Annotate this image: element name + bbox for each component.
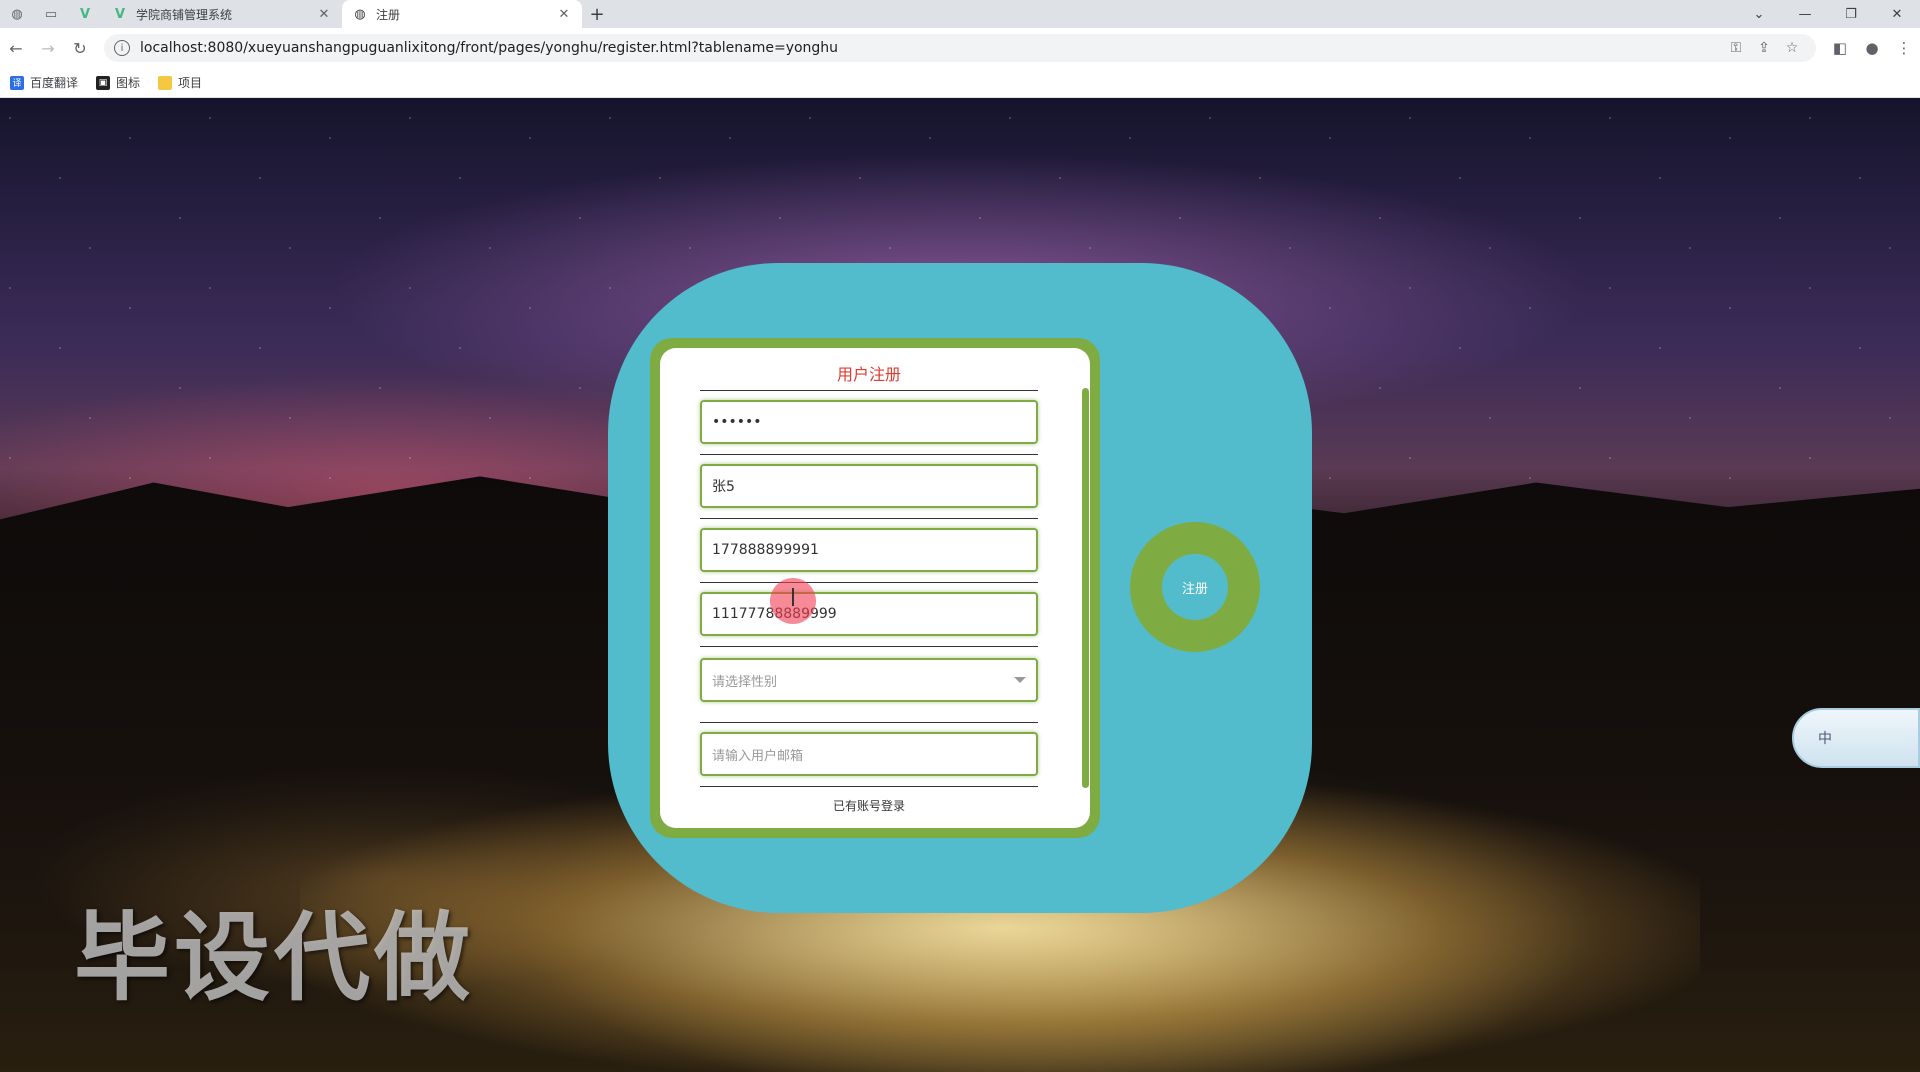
register-button-ring: 注册 [1130, 522, 1260, 652]
globe-icon: ◍ [354, 6, 366, 22]
divider [700, 454, 1038, 455]
password-input[interactable]: •••••• [700, 400, 1038, 444]
watermark-text: 毕设代做 [74, 902, 474, 1014]
bookmark-baidu-translate[interactable]: 译 百度翻译 [10, 74, 78, 91]
tab-search-icon[interactable]: ⌄ [1736, 0, 1782, 28]
email-input[interactable]: 请输入用户邮箱 [700, 732, 1038, 776]
close-icon[interactable]: ✕ [316, 7, 332, 22]
divider [700, 390, 1038, 391]
bookmark-label: 百度翻译 [30, 76, 79, 90]
id-number-input[interactable]: 11177788889999 [700, 592, 1038, 636]
bookmark-icons[interactable]: ▣ 图标 [96, 74, 140, 91]
menu-icon[interactable]: ⋮ [1888, 39, 1920, 57]
key-icon[interactable]: ⚿ [1722, 40, 1750, 56]
phone-value: 177888899991 [712, 542, 819, 558]
vue-tab-icon[interactable]: V [68, 0, 102, 28]
globe-tab-icon[interactable]: ◍ [0, 0, 34, 28]
window-controls: ⌄ — ❐ ✕ [1736, 0, 1920, 28]
window-close-icon[interactable]: ✕ [1874, 0, 1920, 28]
bookmark-label: 图标 [116, 76, 141, 90]
blank-tab-icon[interactable]: ▭ [34, 0, 68, 28]
divider [700, 646, 1038, 647]
ime-label: 中 [1818, 731, 1832, 747]
reload-icon[interactable]: ↻ [64, 32, 96, 64]
name-value: 张5 [712, 479, 735, 495]
minimize-icon[interactable]: — [1782, 0, 1828, 28]
password-value: •••••• [712, 414, 762, 430]
profile-icon[interactable]: ● [1856, 39, 1888, 57]
tab-strip: ◍ ▭ V V 学院商铺管理系统 ✕ ◍ 注册 ✕ + ⌄ — ❐ ✕ [0, 0, 1920, 28]
form-scrollbar[interactable] [1082, 388, 1089, 788]
star-icon[interactable]: ☆ [1778, 40, 1806, 56]
gender-select[interactable]: 请选择性别 [700, 658, 1038, 702]
tab-title: 注册 [376, 7, 401, 22]
url-field[interactable]: i localhost:8080/xueyuanshangpuguanlixit… [104, 34, 1816, 62]
ime-widget[interactable]: 中 [1792, 708, 1920, 768]
forward-icon[interactable]: → [32, 32, 64, 64]
gender-placeholder: 请选择性别 [712, 674, 778, 690]
divider [700, 786, 1038, 787]
back-icon[interactable]: ← [0, 32, 32, 64]
side-panel-icon[interactable]: ◧ [1824, 39, 1856, 57]
translate-icon: 译 [10, 75, 24, 90]
bookmarks-bar: 译 百度翻译 ▣ 图标 项目 [0, 68, 1920, 98]
folder-icon [158, 75, 173, 90]
address-bar: ← → ↻ i localhost:8080/xueyuanshangpugua… [0, 28, 1920, 68]
bookmark-projects[interactable]: 项目 [158, 74, 202, 91]
mouse-cursor-highlight [770, 578, 816, 624]
image-icon: ▣ [96, 75, 111, 90]
divider [700, 518, 1038, 519]
restore-icon[interactable]: ❐ [1828, 0, 1874, 28]
login-link[interactable]: 已有账号登录 [700, 796, 1038, 816]
new-tab-button[interactable]: + [582, 0, 612, 28]
vue-icon: V [114, 6, 126, 22]
info-icon[interactable]: i [114, 40, 130, 56]
tab-title: 学院商铺管理系统 [136, 7, 233, 22]
chevron-down-icon [1014, 677, 1026, 683]
url-text[interactable]: localhost:8080/xueyuanshangpuguanlixiton… [140, 40, 1722, 56]
name-input[interactable]: 张5 [700, 464, 1038, 508]
tab-register[interactable]: ◍ 注册 ✕ [342, 0, 582, 28]
form-title: 用户注册 [836, 365, 901, 384]
close-icon[interactable]: ✕ [556, 7, 572, 22]
bookmark-label: 项目 [178, 76, 203, 90]
divider [700, 722, 1038, 723]
email-placeholder: 请输入用户邮箱 [712, 748, 804, 764]
divider [700, 582, 1038, 583]
register-button[interactable]: 注册 [1162, 554, 1228, 620]
phone-input[interactable]: 177888899991 [700, 528, 1038, 572]
share-icon[interactable]: ⇪ [1750, 40, 1778, 56]
tab-admin-system[interactable]: V 学院商铺管理系统 ✕ [102, 0, 342, 28]
